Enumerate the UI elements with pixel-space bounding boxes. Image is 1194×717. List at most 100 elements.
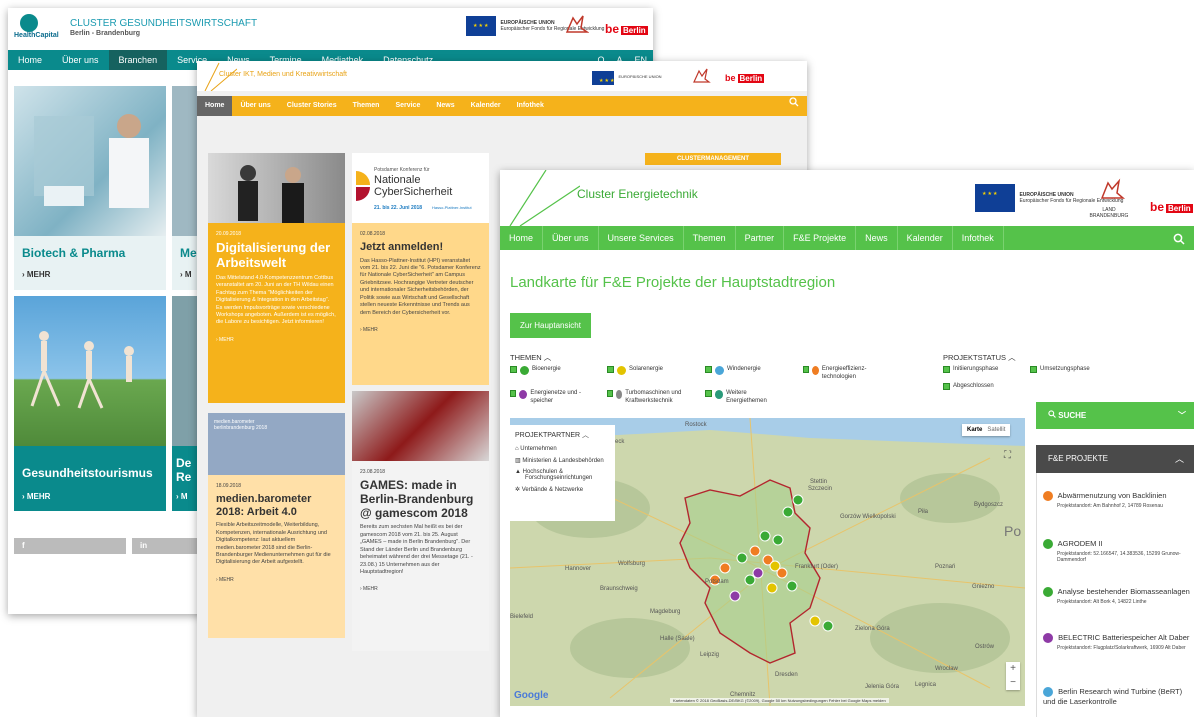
healthcapital-logo-icon[interactable] — [20, 14, 38, 32]
nav-infothek[interactable]: Infothek — [953, 226, 1004, 250]
nav-home[interactable]: Home — [8, 50, 52, 70]
project-item[interactable]: Berlin Research wind Turbine (BeRT) und … — [1043, 687, 1191, 706]
status-initiierung[interactable]: Initiierungsphase — [943, 366, 998, 374]
theme-solarenergie[interactable]: Solarenergie — [607, 366, 663, 375]
more-link[interactable]: › MEHR — [360, 586, 481, 592]
checkbox[interactable] — [803, 366, 809, 373]
berlin-logo: be Berlin — [605, 22, 648, 36]
nav-fe-projekte[interactable]: F&E Projekte — [784, 226, 857, 250]
status-heading[interactable]: PROJEKTSTATUS ︿ — [943, 352, 1016, 363]
more-link[interactable]: › MEHR — [22, 492, 50, 501]
checkbox[interactable] — [510, 390, 517, 397]
card-title: Digitalisierung der Arbeitswelt — [216, 240, 331, 270]
theme-windenergie[interactable]: Windenergie — [705, 366, 761, 375]
card-digitalisierung[interactable]: 20.09.2018 Digitalisierung der Arbeitswe… — [208, 153, 345, 403]
checkbox[interactable] — [943, 366, 950, 373]
checkbox[interactable] — [607, 390, 613, 397]
nav-ueber-uns[interactable]: Über uns — [52, 50, 109, 70]
barometer-image: medien.barometer berlinbrandenburg 2018 — [208, 413, 345, 475]
project-item[interactable]: BELECTRIC Batteriespeicher Alt Daber Pro… — [1043, 633, 1191, 651]
nav-branchen[interactable]: Branchen — [108, 50, 168, 70]
more-link[interactable]: › M — [176, 492, 188, 501]
card-image — [208, 153, 345, 223]
nav-home[interactable]: Home — [500, 226, 544, 250]
more-link[interactable]: › MEHR — [216, 577, 337, 583]
card-text: Flexible Arbeitszeitmodelle, Weiterbildu… — [216, 522, 331, 566]
energienetze-icon — [1043, 633, 1053, 644]
facebook-button[interactable]: f — [14, 538, 126, 554]
legend-item[interactable]: ▲ Hochschulen & Forschungseinrichtungen — [515, 469, 610, 481]
linkedin-button[interactable]: in — [132, 538, 202, 554]
checkbox[interactable] — [705, 366, 712, 373]
main-nav: Home Über uns Unsere Services Themen Par… — [500, 226, 1194, 250]
nav-infothek[interactable]: Infothek — [509, 96, 552, 116]
themen-heading[interactable]: THEMEN ︿ — [510, 352, 551, 363]
theme-energienetze[interactable]: Energienetze und -speicher — [510, 390, 595, 406]
project-item[interactable]: Analyse bestehender Biomasseanlagen Proj… — [1043, 587, 1191, 605]
search-panel-toggle[interactable]: SUCHE ﹀ — [1036, 402, 1194, 429]
legend-item[interactable]: ✲ Verbände & Netzwerke — [515, 486, 610, 493]
fullscreen-icon[interactable]: ⛶ — [1004, 450, 1016, 462]
fe-projects-header[interactable]: F&E PROJEKTE ︿ — [1036, 445, 1194, 473]
clustermanagement-bar[interactable]: CLUSTERMANAGEMENT — [645, 153, 781, 165]
tile-label: Gesundheitstourismus — [22, 466, 153, 480]
tile-biotech[interactable]: Biotech & Pharma › MEHR — [14, 86, 166, 290]
theme-turbomaschinen[interactable]: Turbomaschinen und Kraftwerkstechnik — [607, 390, 702, 406]
checkbox[interactable] — [607, 366, 614, 373]
nav-home[interactable]: Home — [197, 96, 233, 116]
nav-kalender[interactable]: Kalender — [898, 226, 953, 250]
card-date: 18.09.2018 — [216, 483, 242, 489]
zoom-in-button[interactable]: + — [1006, 662, 1020, 676]
nav-news[interactable]: News — [856, 226, 898, 250]
legend-item[interactable]: ▥ Ministerien & Landesbehörden — [515, 457, 610, 464]
card-text: Das Mittelstand 4.0-Kompetenzzentrum Cot… — [216, 274, 336, 326]
card-medien-barometer[interactable]: medien.barometer berlinbrandenburg 2018 … — [208, 413, 345, 638]
nav-partner[interactable]: Partner — [736, 226, 785, 250]
map-type-karte[interactable]: Karte — [967, 427, 982, 433]
nav-services[interactable]: Unsere Services — [599, 226, 684, 250]
legend-title[interactable]: PROJEKTPARTNER ︿ — [515, 430, 610, 440]
legend-item[interactable]: ⌂ Unternehmen — [515, 446, 610, 452]
map-type-satellit[interactable]: Satellit — [987, 427, 1005, 433]
nav-ueber-uns[interactable]: Über uns — [543, 226, 599, 250]
page-title: Landkarte für F&E Projekte der Hauptstad… — [510, 274, 836, 291]
checkbox[interactable] — [1030, 366, 1037, 373]
city-label: Braunschweig — [600, 586, 638, 592]
main-view-button[interactable]: Zur Hauptansicht — [510, 313, 591, 338]
project-item[interactable]: AGRODEM II Projektstandort: 52.166547, 1… — [1043, 539, 1194, 563]
search-icon[interactable] — [1164, 226, 1194, 250]
promo-date: 21. bis 22. Juni 2018 — [374, 205, 423, 211]
cluster-subtitle: Berlin - Brandenburg — [70, 30, 141, 37]
project-item[interactable]: Abwärmenutzung von Backlinien Projektsta… — [1043, 491, 1166, 509]
city-label: Frankfurt (Oder) — [795, 564, 838, 570]
checkbox[interactable] — [510, 366, 517, 373]
city-label: Legnica — [915, 682, 937, 688]
theme-energieeffizienz[interactable]: Energieeffizienz-technologien — [803, 366, 883, 382]
status-abgeschlossen[interactable]: Abgeschlossen — [943, 383, 994, 391]
nav-news[interactable]: News — [428, 96, 462, 116]
hpi-logo-icon — [356, 171, 370, 201]
more-link[interactable]: › MEHR — [22, 270, 50, 279]
theme-weitere[interactable]: Weitere Energiethemen — [705, 390, 785, 406]
card-games[interactable]: 23.08.2018 GAMES: made in Berlin-Branden… — [352, 391, 489, 651]
checkbox[interactable] — [705, 390, 712, 397]
nav-cluster-stories[interactable]: Cluster Stories — [279, 96, 345, 116]
header: Cluster Energietechnik EUROPÄISCHE UNION… — [500, 170, 1194, 226]
nav-ueber-uns[interactable]: Über uns — [232, 96, 278, 116]
checkbox[interactable] — [943, 383, 950, 390]
more-link[interactable]: › MEHR — [360, 327, 481, 333]
windenergie-icon — [1043, 687, 1053, 698]
theme-bioenergie[interactable]: Bioenergie — [510, 366, 561, 375]
nav-themen[interactable]: Themen — [345, 96, 388, 116]
search-icon[interactable] — [781, 96, 807, 116]
nav-service[interactable]: Service — [387, 96, 428, 116]
tile-gesundheitstourismus[interactable]: Gesundheitstourismus › MEHR — [14, 296, 166, 511]
nav-kalender[interactable]: Kalender — [463, 96, 509, 116]
zoom-out-button[interactable]: − — [1006, 676, 1020, 690]
status-umsetzung[interactable]: Umsetzungsphase — [1030, 366, 1090, 374]
more-link[interactable]: › M — [180, 270, 192, 279]
card-jetzt-anmelden[interactable]: Potsdamer Konferenz für Nationale CyberS… — [352, 153, 489, 385]
city-label: Gorzów Wielkopolski — [840, 514, 896, 520]
more-link[interactable]: › MEHR — [216, 337, 337, 343]
nav-themen[interactable]: Themen — [684, 226, 736, 250]
